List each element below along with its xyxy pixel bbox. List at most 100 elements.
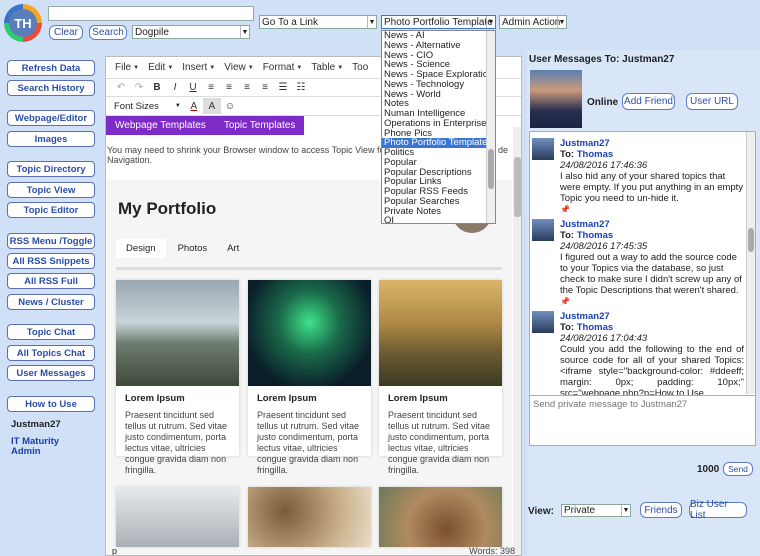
search-history-button[interactable]: Search History: [7, 80, 95, 96]
bold-icon[interactable]: B: [148, 80, 166, 96]
message-to[interactable]: Thomas: [577, 322, 613, 333]
compose-message-input[interactable]: [530, 395, 755, 445]
all-rss-full-button[interactable]: All RSS Full: [7, 273, 95, 289]
portfolio-card[interactable]: [248, 487, 371, 547]
text-color-icon[interactable]: A: [185, 98, 203, 114]
card-image-mountain-lake: [116, 280, 239, 386]
add-friend-button[interactable]: Add Friend: [622, 93, 675, 110]
portfolio-title: My Portfolio: [118, 199, 217, 218]
menu-view[interactable]: View: [224, 62, 246, 73]
search-button[interactable]: Search: [89, 25, 127, 40]
bullet-list-icon[interactable]: ☰: [274, 80, 292, 96]
all-rss-snippets-button[interactable]: All RSS Snippets: [7, 253, 95, 269]
view-select[interactable]: Private ▼: [561, 504, 631, 517]
card-image-bear: [379, 487, 502, 547]
messages-scrollbar-thumb[interactable]: [748, 228, 754, 252]
card-title: Lorem Ipsum: [388, 393, 448, 404]
chevron-down-icon: ▼: [486, 16, 495, 28]
topic-view-button[interactable]: Topic View: [7, 182, 95, 198]
refresh-data-button[interactable]: Refresh Data: [7, 60, 95, 76]
user-messages-button[interactable]: User Messages: [7, 365, 95, 381]
send-button[interactable]: Send: [723, 462, 753, 476]
underline-icon[interactable]: U: [184, 80, 202, 96]
align-left-icon[interactable]: ≡: [202, 80, 220, 96]
images-button[interactable]: Images: [7, 131, 95, 147]
logo[interactable]: TH: [4, 4, 42, 42]
messages-scrollbar[interactable]: [746, 132, 755, 394]
logo-text: TH: [9, 9, 37, 37]
emoji-icon[interactable]: ☺: [221, 98, 239, 114]
message-from[interactable]: Justman27: [560, 311, 744, 322]
align-center-icon[interactable]: ≡: [220, 80, 238, 96]
search-engine-select[interactable]: Dogpile ▼: [132, 25, 250, 39]
filter-art[interactable]: Art: [217, 239, 250, 258]
dropdown-scrollbar[interactable]: [486, 31, 495, 223]
filter-photos[interactable]: Photos: [167, 239, 218, 258]
menu-format[interactable]: Format: [263, 62, 295, 73]
webpage-editor-button[interactable]: Webpage/Editor: [7, 110, 95, 126]
menu-tools[interactable]: Too: [352, 62, 368, 73]
biz-user-list-button[interactable]: Biz User List: [689, 499, 747, 521]
dropdown-scrollbar-thumb[interactable]: [488, 149, 494, 189]
portfolio-card[interactable]: [379, 487, 502, 547]
chevron-down-icon: ▼: [557, 16, 566, 28]
pin-icon[interactable]: 📌: [560, 204, 744, 215]
chevron-down-icon: ▼: [367, 16, 376, 28]
chevron-down-icon: ▼: [167, 64, 174, 71]
search-input[interactable]: [48, 6, 254, 21]
font-sizes-select[interactable]: Font Sizes: [114, 101, 159, 112]
redo-icon[interactable]: ↷: [130, 80, 148, 96]
card-text: Praesent tincidunt sed tellus ut rutrum.…: [257, 410, 360, 475]
pin-icon[interactable]: 📌: [560, 296, 744, 307]
menu-insert[interactable]: Insert: [182, 62, 207, 73]
how-to-use-button[interactable]: How to Use: [7, 396, 95, 412]
all-topics-chat-button[interactable]: All Topics Chat: [7, 345, 95, 361]
filter-design[interactable]: Design: [116, 239, 166, 258]
portfolio-card[interactable]: Lorem Ipsum Praesent tincidunt sed tellu…: [379, 280, 502, 475]
user-url-button[interactable]: User URL: [686, 93, 738, 110]
to-label: To:: [560, 149, 575, 160]
editor-scrollbar[interactable]: [513, 127, 521, 555]
dropdown-option[interactable]: Private Notes: [382, 206, 495, 217]
tab-webpage-templates[interactable]: Webpage Templates: [106, 116, 215, 135]
sender-avatar: [532, 138, 554, 160]
chevron-down-icon: ▼: [296, 64, 303, 71]
card-image-valley: [379, 280, 502, 386]
admin-action-select[interactable]: Admin Action ▼: [499, 15, 567, 29]
admin-link[interactable]: Admin: [11, 446, 41, 457]
topic-chat-button[interactable]: Topic Chat: [7, 324, 95, 340]
message-to[interactable]: Thomas: [577, 149, 613, 160]
editor-note-text: You may need to shrink your Browser wind…: [107, 145, 403, 155]
align-justify-icon[interactable]: ≡: [256, 80, 274, 96]
align-right-icon[interactable]: ≡: [238, 80, 256, 96]
tab-topic-templates[interactable]: Topic Templates: [214, 116, 305, 135]
topic-template-dropdown[interactable]: News - AI News - Alternative News - CIO New…: [381, 30, 496, 224]
portfolio-card[interactable]: [116, 487, 239, 547]
menu-edit[interactable]: Edit: [148, 62, 165, 73]
topic-directory-button[interactable]: Topic Directory: [7, 161, 95, 177]
italic-icon[interactable]: I: [166, 80, 184, 96]
goto-link-select[interactable]: Go To a Link ▼: [259, 15, 377, 29]
online-status: Online: [587, 97, 619, 108]
news-cluster-button[interactable]: News / Cluster: [7, 294, 95, 310]
dropdown-option[interactable]: QI: [382, 216, 495, 223]
editor-scrollbar-thumb[interactable]: [514, 157, 521, 217]
portfolio-card[interactable]: Lorem Ipsum Praesent tincidunt sed tellu…: [116, 280, 239, 475]
clear-button[interactable]: Clear: [49, 25, 83, 40]
undo-icon[interactable]: ↶: [112, 80, 130, 96]
topic-editor-button[interactable]: Topic Editor: [7, 202, 95, 218]
message-to[interactable]: Thomas: [577, 230, 613, 241]
numbered-list-icon[interactable]: ☷: [292, 80, 310, 96]
editor-path: p: [112, 546, 118, 556]
menu-file[interactable]: File: [115, 62, 131, 73]
message-from[interactable]: Justman27: [560, 219, 744, 230]
messages-list[interactable]: Justman27 To: Thomas 24/08/2016 17:46:36…: [529, 131, 756, 446]
portfolio-card[interactable]: Lorem Ipsum Praesent tincidunt sed tellu…: [248, 280, 371, 475]
editor-note-text-2: Navigation.: [107, 155, 153, 165]
menu-table[interactable]: Table: [311, 62, 335, 73]
highlight-color-icon[interactable]: A: [202, 98, 221, 114]
topic-template-select[interactable]: Photo Portfolio Template ▼: [381, 15, 496, 29]
friends-button[interactable]: Friends: [640, 502, 682, 518]
rss-menu-toggle-button[interactable]: RSS Menu /Toggle: [7, 233, 95, 249]
message-from[interactable]: Justman27: [560, 138, 744, 149]
